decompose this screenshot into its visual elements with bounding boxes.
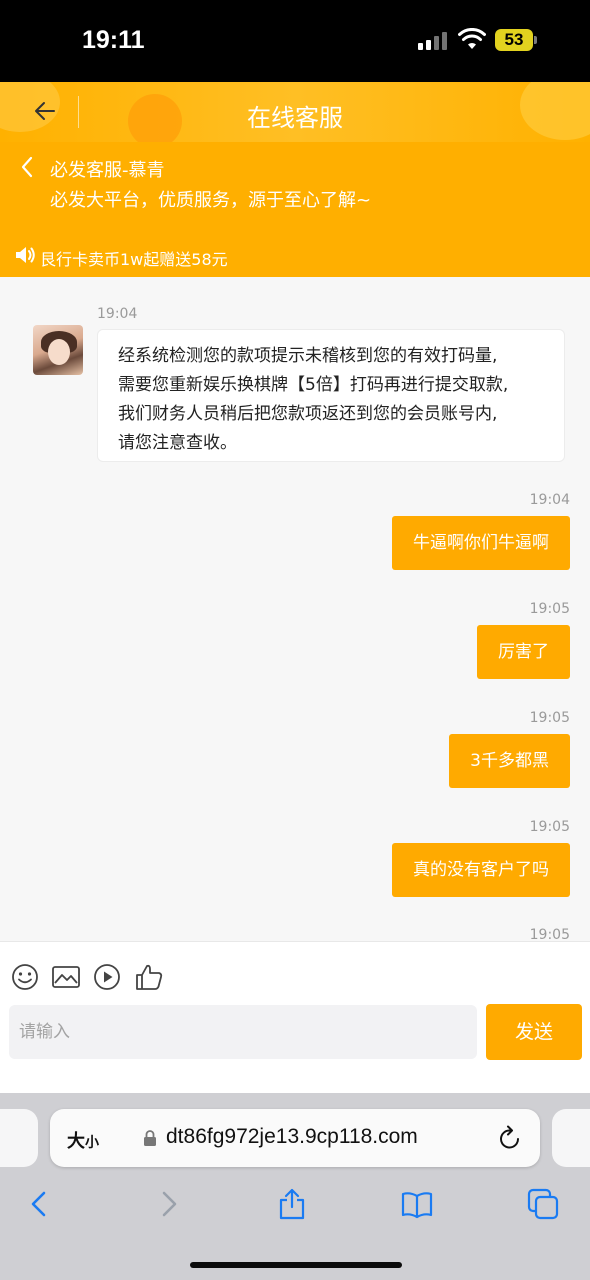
outgoing-message-bubble: 3千多都黑 [449,734,570,788]
reload-icon[interactable] [498,1125,522,1151]
speaker-icon [16,247,35,263]
agent-info-bar: 必发客服-慕青 必发大平台，优质服务，源于至心了解~ 艮行卡卖币1w起赠送58元 [0,142,590,277]
send-button[interactable]: 发送 [486,1004,582,1060]
emoji-icon[interactable] [10,962,40,992]
message-line: 经系统检测您的款项提示未稽核到您的有效打码量, [118,346,498,366]
address-bar[interactable]: 大小 dt86fg972je13.9cp118.com [50,1109,540,1167]
agent-name: 必发客服-慕青 [50,160,165,181]
page-title: 在线客服 [247,104,343,132]
outgoing-message-bubble: 厉害了 [477,625,570,679]
message-time: 19:04 [97,306,138,322]
outgoing-message-bubble: 真的没有客户了吗 [392,843,570,897]
browser-toolbar: 大小 dt86fg972je13.9cp118.com [0,1093,590,1280]
message-time: 19:05 [529,601,570,617]
message-line: 请您注意查收。 [118,433,237,453]
image-icon[interactable] [51,962,81,992]
chevron-left-icon[interactable] [20,156,34,178]
text-size-label-small: 小 [85,1134,99,1150]
battery-icon: 53 [495,29,537,51]
tabs-icon[interactable] [526,1187,560,1221]
previous-tab-preview[interactable] [0,1109,38,1167]
agent-avatar [33,325,83,375]
video-icon[interactable] [92,962,122,992]
lock-icon [144,1130,156,1146]
text-size-button[interactable]: 大小 [67,1127,99,1153]
message-composer: 发送 [0,941,590,1093]
bookmarks-icon[interactable] [400,1187,434,1221]
app-header: 在线客服 [0,82,590,142]
battery-level: 53 [495,29,533,51]
text-size-label-large: 大 [67,1131,85,1151]
chat-area[interactable]: 19:04 经系统检测您的款项提示未稽核到您的有效打码量, 需要您重新娱乐换棋牌… [0,277,590,941]
status-time: 19:11 [82,26,145,54]
forward-icon[interactable] [151,1187,185,1221]
message-input[interactable] [9,1005,477,1059]
outgoing-message-bubble: 牛逼啊你们牛逼啊 [392,516,570,570]
cellular-signal-icon [418,32,448,50]
agent-slogan: 必发大平台，优质服务，源于至心了解~ [50,190,372,211]
message-line: 我们财务人员稍后把您款项返还到您的会员账号内, [118,404,498,424]
wifi-icon [458,28,486,49]
message-time: 19:05 [529,927,570,941]
share-icon[interactable] [275,1187,309,1221]
thumbs-up-icon[interactable] [134,962,164,992]
next-tab-preview[interactable] [552,1109,590,1167]
announcement-text: 艮行卡卖币1w起赠送58元 [40,250,228,269]
incoming-message-bubble: 经系统检测您的款项提示未稽核到您的有效打码量, 需要您重新娱乐换棋牌【5倍】打码… [97,329,565,462]
url-text[interactable]: dt86fg972je13.9cp118.com [166,1125,418,1149]
message-time: 19:04 [529,492,570,508]
home-indicator [190,1262,402,1268]
back-icon[interactable] [23,1187,57,1221]
message-time: 19:05 [529,819,570,835]
status-bar: 19:11 53 [0,0,590,82]
message-time: 19:05 [529,710,570,726]
message-line: 需要您重新娱乐换棋牌【5倍】打码再进行提交取款, [118,375,509,395]
